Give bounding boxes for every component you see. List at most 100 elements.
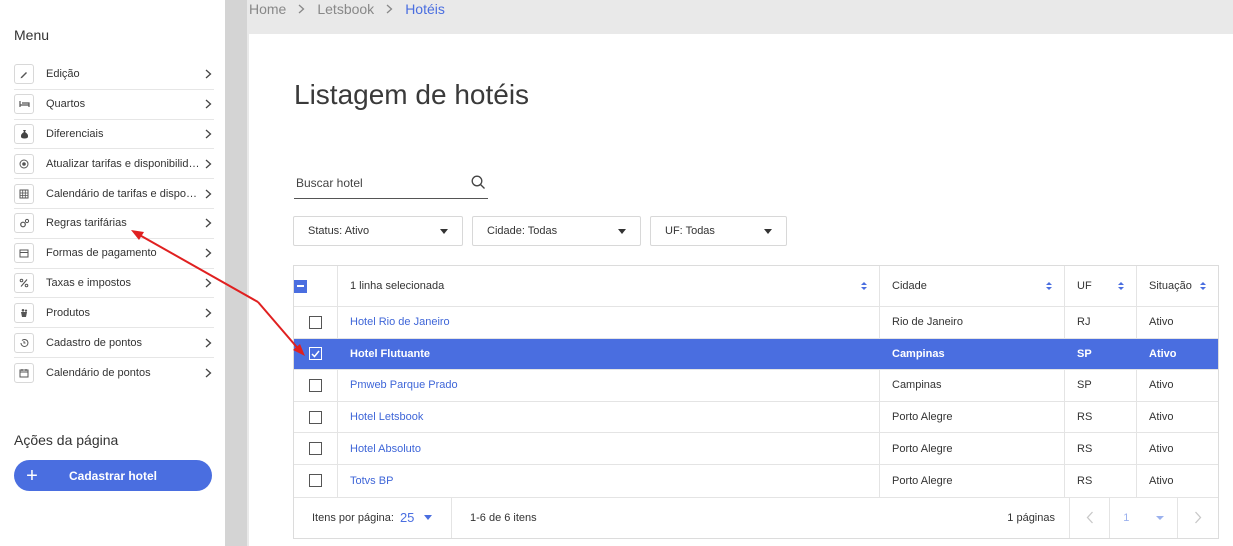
uf-cell: RS: [1065, 433, 1137, 464]
table-row[interactable]: Hotel Absoluto Porto Alegre RS Ativo: [294, 433, 1218, 465]
items-per-page-select[interactable]: 25: [400, 510, 414, 525]
cadastrar-hotel-label: Cadastrar hotel: [68, 468, 158, 483]
sidebar-item-label: Regras tarifárias: [46, 217, 127, 230]
search-icon[interactable]: [468, 175, 488, 190]
chevron-right-icon: [298, 4, 305, 14]
uf-filter[interactable]: UF: Todas: [650, 216, 787, 246]
city-cell: Rio de Janeiro: [880, 307, 1065, 338]
hotel-link[interactable]: Pmweb Parque Prado: [350, 379, 458, 391]
row-checkbox[interactable]: [309, 410, 322, 424]
chevron-right-icon: [202, 308, 214, 318]
status-cell: Ativo: [1149, 379, 1174, 392]
row-checkbox-checked[interactable]: [309, 347, 322, 361]
select-all-checkbox[interactable]: [294, 279, 307, 293]
page-title: Listagem de hotéis: [294, 79, 530, 110]
table-row[interactable]: Pmweb Parque Prado Campinas SP Ativo: [294, 370, 1218, 402]
row-checkbox-cell: [294, 338, 338, 370]
caret-down-icon[interactable]: [424, 515, 433, 521]
sidebar-item-calendario-pontos[interactable]: Calendário de pontos: [14, 358, 214, 388]
breadcrumb-letsbook[interactable]: Letsbook: [317, 1, 374, 17]
search-box: [294, 167, 488, 199]
row-checkbox[interactable]: [309, 474, 322, 488]
hotel-link[interactable]: Totvs BP: [350, 475, 393, 487]
range-label: 1-6 de 6 itens: [470, 511, 537, 524]
hotels-table: 1 linha selecionada Cidade UF Situação H…: [293, 265, 1219, 539]
gears-icon: [14, 213, 34, 234]
table-row[interactable]: Hotel Letsbook Porto Alegre RS Ativo: [294, 401, 1218, 434]
hotel-link[interactable]: Hotel Absoluto: [350, 443, 421, 455]
uf-cell: RS: [1065, 401, 1137, 433]
search-input[interactable]: [294, 175, 468, 190]
row-checkbox[interactable]: [309, 442, 322, 456]
money-bag-icon: [14, 123, 34, 144]
city-cell: Porto Alegre: [880, 401, 1065, 433]
bed-icon: [14, 94, 34, 115]
status-cell: Ativo: [1149, 347, 1177, 360]
status-filter[interactable]: Status: Ativo: [293, 216, 463, 246]
sidebar-item-label: Edição: [46, 68, 80, 81]
sidebar-item-label: Atualizar tarifas e disponibilidade: [46, 157, 202, 170]
city-cell: Porto Alegre: [880, 464, 1065, 497]
sidebar-item-edicao[interactable]: Edição: [14, 60, 214, 90]
next-page-button[interactable]: [1178, 498, 1218, 538]
city-header-label: Cidade: [892, 280, 927, 292]
chevron-right-icon: [202, 129, 214, 139]
status-cell: Ativo: [1149, 316, 1174, 329]
chevron-right-icon: [202, 159, 214, 169]
breadcrumb-home[interactable]: Home: [249, 1, 286, 17]
city-cell: Campinas: [880, 370, 1065, 401]
history-icon: [14, 332, 34, 353]
sidebar-item-diferenciais[interactable]: Diferenciais: [14, 120, 214, 150]
chevron-right-icon: [202, 278, 214, 288]
table-row[interactable]: Hotel Rio de Janeiro Rio de Janeiro RJ A…: [294, 307, 1218, 339]
sidebar-item-produtos[interactable]: Produtos: [14, 298, 214, 329]
sidebar-item-regras-tarifarias[interactable]: Regras tarifárias: [14, 209, 214, 239]
sidebar-item-quartos[interactable]: Quartos: [14, 90, 214, 120]
hotel-name-cell: Hotel Flutuante: [338, 338, 880, 370]
page-select[interactable]: 1: [1110, 497, 1178, 538]
hotel-link[interactable]: Hotel Letsbook: [350, 411, 423, 423]
chevron-right-icon: [202, 99, 214, 109]
sidebar-item-cadastro-pontos[interactable]: Cadastro de pontos: [14, 328, 214, 358]
status-cell: Ativo: [1149, 442, 1174, 455]
cadastrar-hotel-button[interactable]: + Cadastrar hotel: [14, 460, 212, 491]
sidebar-item-atualizar-tarifas[interactable]: Atualizar tarifas e disponibilidade: [14, 149, 214, 180]
chevron-right-icon: [202, 69, 214, 79]
column-header-status[interactable]: Situação: [1137, 266, 1218, 306]
page-actions-title: Ações da página: [14, 432, 119, 448]
hotel-name-cell: Hotel Letsbook: [338, 401, 880, 433]
selection-count-label: 1 linha selecionada: [350, 280, 445, 292]
uf-filter-label: UF: Todas: [665, 225, 715, 237]
row-checkbox-cell: [294, 464, 338, 497]
sidebar-item-formas-pagamento[interactable]: Formas de pagamento: [14, 239, 214, 269]
hotel-link[interactable]: Hotel Rio de Janeiro: [350, 316, 450, 328]
caret-down-icon: [618, 228, 626, 234]
sidebar-item-label: Quartos: [46, 98, 86, 111]
sidebar-item-calendario-tarifas[interactable]: Calendário de tarifas e disponibilidade: [14, 179, 214, 209]
calendar-grid-icon: [14, 183, 34, 204]
table-footer: Itens por página: 25 1-6 de 6 itens 1 pá…: [294, 496, 1218, 538]
status-cell: Ativo: [1149, 474, 1174, 487]
sidebar-item-taxas-impostos[interactable]: Taxas e impostos: [14, 269, 214, 299]
pages-label: 1 páginas: [960, 497, 1070, 538]
caret-down-icon: [1155, 515, 1164, 520]
column-header-uf[interactable]: UF: [1065, 266, 1137, 306]
city-cell: Campinas: [880, 338, 1065, 370]
sidebar-item-label: Diferenciais: [46, 127, 104, 140]
chevron-right-icon: [202, 218, 214, 228]
chevron-right-icon: [386, 4, 393, 14]
row-checkbox[interactable]: [309, 378, 322, 392]
city-filter[interactable]: Cidade: Todas: [472, 216, 641, 246]
sidebar-item-label: Cadastro de pontos: [46, 336, 143, 349]
row-checkbox[interactable]: [309, 315, 322, 329]
prev-page-button[interactable]: [1070, 497, 1110, 538]
table-row-selected[interactable]: Hotel Flutuante Campinas SP Ativo: [294, 338, 1218, 371]
table-row[interactable]: Totvs BP Porto Alegre RS Ativo: [294, 464, 1218, 497]
column-header-name[interactable]: 1 linha selecionada: [338, 266, 880, 306]
content-panel: Listagem de hotéis Status: Ativo Cidade:…: [249, 34, 1233, 546]
hotel-link[interactable]: Hotel Flutuante: [350, 348, 430, 360]
breadcrumb: Home Letsbook Hotéis: [249, 0, 445, 18]
select-all-cell: [294, 266, 338, 306]
items-per-page: Itens por página: 25: [294, 497, 452, 538]
column-header-city[interactable]: Cidade: [880, 266, 1065, 306]
